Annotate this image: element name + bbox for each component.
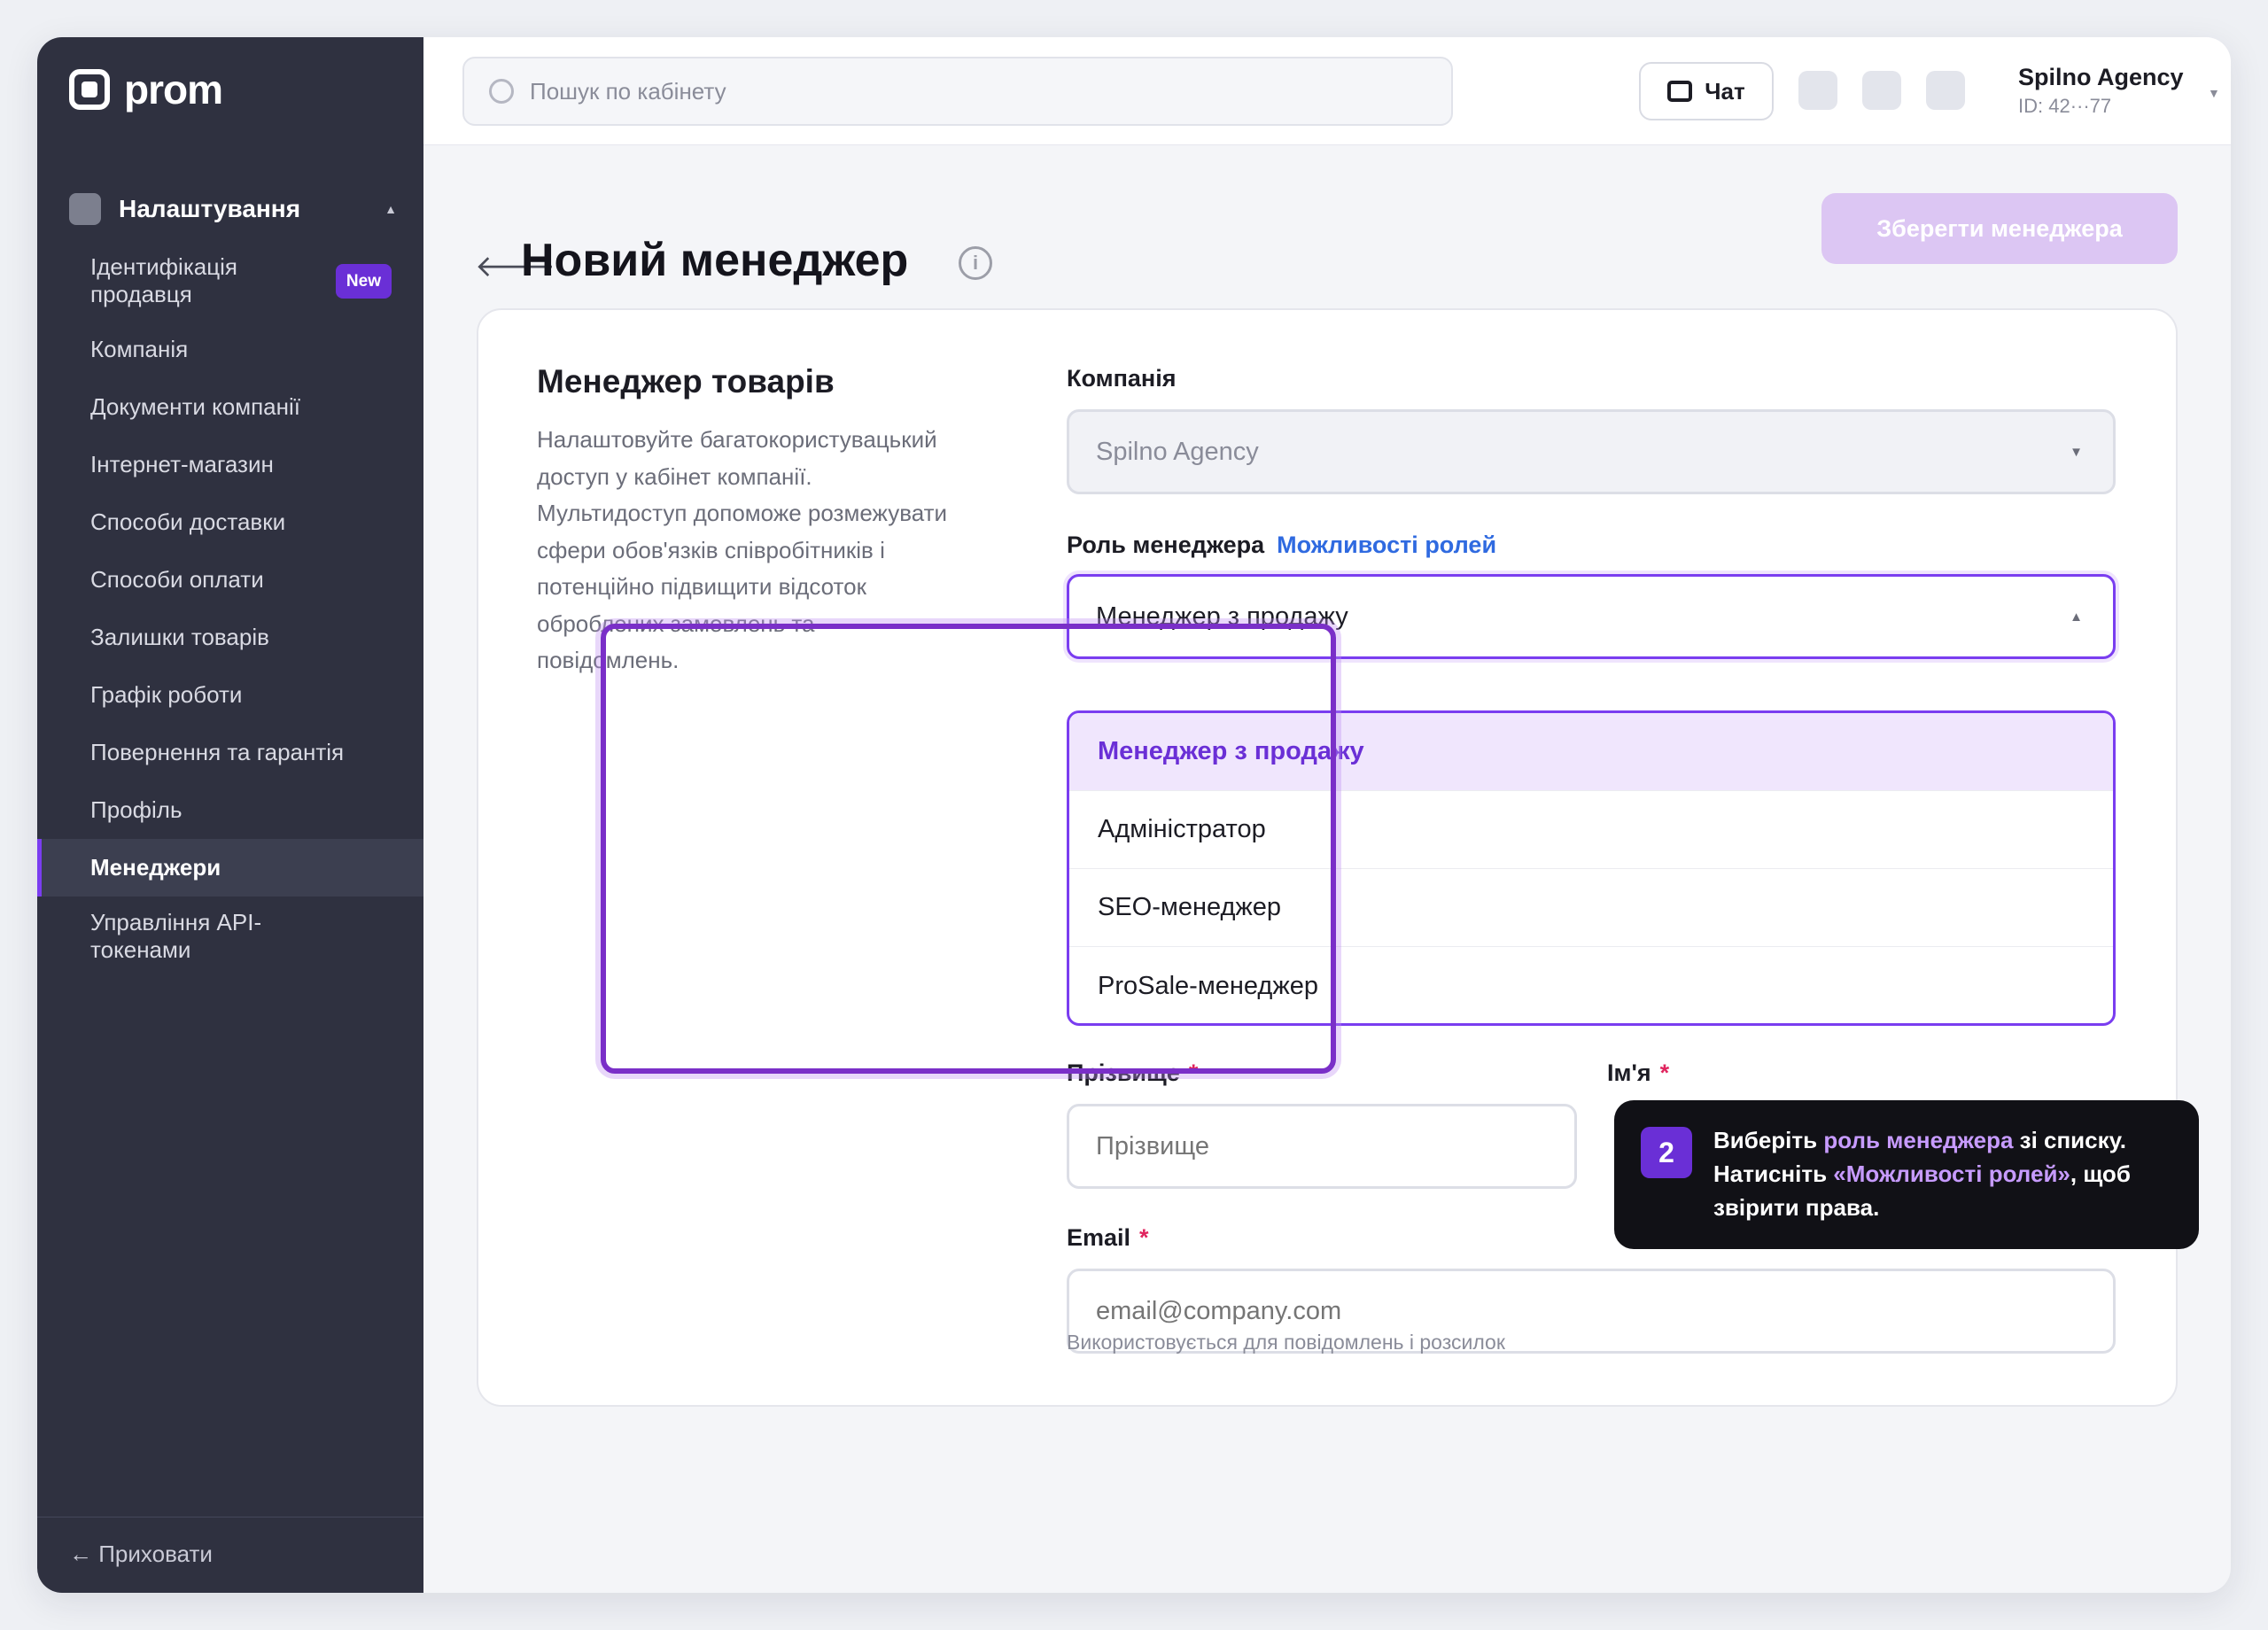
- info-icon[interactable]: i: [959, 246, 992, 280]
- sidebar-item-delivery[interactable]: Способи доставки: [37, 493, 423, 551]
- tooltip-line-1: Виберіть роль менеджера зі списку.: [1713, 1123, 2169, 1157]
- tooltip-text: Виберіть: [1713, 1127, 1824, 1153]
- tooltip-line-3: звірити права.: [1713, 1194, 1880, 1221]
- sidebar-item-label: Способи доставки: [90, 508, 286, 535]
- chat-label: Чат: [1705, 77, 1745, 105]
- email-hint: Використовується для повідомлень і розси…: [1067, 1331, 1505, 1354]
- account-name: Spilno Agency: [2018, 64, 2184, 90]
- sidebar: prom Налаштування ▲ Ідентифікація продав…: [37, 37, 423, 1593]
- required-mark: *: [1659, 1060, 1670, 1086]
- company-value: Spilno Agency: [1096, 437, 1259, 466]
- role-capabilities-link[interactable]: Можливості ролей: [1277, 532, 1496, 558]
- new-badge: New: [335, 263, 392, 299]
- sidebar-item-label: Інтернет-магазин: [90, 451, 274, 477]
- sidebar-item-label: Способи оплати: [90, 566, 264, 593]
- prom-logo-icon: [69, 69, 110, 110]
- logo-text: prom: [124, 66, 223, 113]
- chat-button[interactable]: Чат: [1639, 62, 1774, 120]
- sidebar-item-schedule[interactable]: Графік роботи: [37, 666, 423, 724]
- search-box[interactable]: [462, 57, 1453, 126]
- sidebar-item-profile[interactable]: Профіль: [37, 781, 423, 839]
- sidebar-item-label: Залишки товарів: [90, 624, 269, 650]
- surname-input[interactable]: [1069, 1106, 1574, 1186]
- role-label-row: Роль менеджера Можливості ролей: [1067, 532, 1496, 559]
- tooltip-text: зі списку.: [2013, 1127, 2127, 1153]
- sidebar-item-seller-identification[interactable]: Ідентифікація продавця New: [37, 241, 423, 321]
- settings-icon: [69, 193, 101, 225]
- sidebar-item-label: Управління API-токенами: [90, 909, 262, 963]
- account-menu[interactable]: Spilno Agency ID: 42···77: [2018, 64, 2222, 118]
- account-id: ID: 42···77: [2018, 95, 2112, 117]
- chevron-up-icon: ▲: [384, 202, 397, 216]
- tooltip-step-number: 2: [1641, 1127, 1692, 1178]
- company-label: Компанія: [1067, 365, 1177, 392]
- sidebar-nav: Ідентифікація продавця New Компанія Доку…: [37, 241, 423, 976]
- search-input[interactable]: [530, 77, 1327, 105]
- sidebar-item-label: Документи компанії: [90, 393, 300, 420]
- sidebar-item-label: Ідентифікація продавця: [90, 253, 237, 307]
- sidebar-item-company[interactable]: Компанія: [37, 321, 423, 378]
- app-window: prom Налаштування ▲ Ідентифікація продав…: [37, 37, 2231, 1593]
- sidebar-item-managers[interactable]: Менеджери: [37, 839, 423, 896]
- sidebar-item-label: Менеджери: [90, 854, 221, 881]
- sidebar-item-label: Компанія: [90, 336, 189, 362]
- tooltip-highlight: роль менеджера: [1823, 1127, 2014, 1153]
- search-icon: [489, 79, 514, 104]
- name-label-row: Ім'я *: [1607, 1060, 1669, 1087]
- sidebar-item-label: Профіль: [90, 796, 183, 823]
- chevron-up-icon: ▲: [2070, 609, 2083, 625]
- sidebar-item-payment[interactable]: Способи оплати: [37, 551, 423, 609]
- sidebar-item-online-store[interactable]: Інтернет-магазин: [37, 436, 423, 493]
- notifications-icon[interactable]: [1798, 71, 1837, 110]
- chevron-down-icon[interactable]: ▼: [2208, 86, 2220, 100]
- topbar: Чат Spilno Agency ID: 42···77 ▼: [423, 37, 2231, 145]
- apps-icon[interactable]: [1926, 71, 1965, 110]
- chat-icon: [1667, 81, 1693, 102]
- required-mark: *: [1139, 1224, 1149, 1251]
- logo[interactable]: prom: [69, 66, 223, 113]
- surname-field[interactable]: [1067, 1104, 1577, 1189]
- company-select: Spilno Agency ▼: [1067, 409, 2116, 494]
- sidebar-item-company-documents[interactable]: Документи компанії: [37, 378, 423, 436]
- tooltip-highlight: «Можливості ролей»: [1833, 1160, 2070, 1187]
- role-label: Роль менеджера: [1067, 532, 1265, 558]
- sidebar-item-returns[interactable]: Повернення та гарантія: [37, 724, 423, 781]
- email-label-row: Email *: [1067, 1224, 1149, 1252]
- tooltip-text: Натисніть: [1713, 1160, 1834, 1187]
- chevron-down-icon: ▼: [2070, 444, 2083, 460]
- sidebar-item-api-tokens[interactable]: Управління API-токенами: [37, 896, 423, 976]
- email-label: Email: [1067, 1224, 1131, 1251]
- card-title: Менеджер товарів: [537, 363, 835, 400]
- sidebar-item-label: Графік роботи: [90, 681, 243, 708]
- name-label: Ім'я: [1607, 1060, 1651, 1086]
- help-icon[interactable]: [1862, 71, 1901, 110]
- tutorial-tooltip: 2 Виберіть роль менеджера зі списку. Нат…: [1614, 1100, 2199, 1249]
- hide-sidebar-button[interactable]: ← Приховати: [37, 1517, 423, 1593]
- sidebar-item-stock[interactable]: Залишки товарів: [37, 609, 423, 666]
- tooltip-text: , щоб: [2070, 1160, 2131, 1187]
- tutorial-highlight: [601, 624, 1336, 1074]
- sidebar-section-settings[interactable]: Налаштування ▲: [69, 193, 397, 225]
- sidebar-item-label: Повернення та гарантія: [90, 739, 345, 765]
- sidebar-section-title: Налаштування: [119, 195, 301, 222]
- save-manager-button[interactable]: Зберегти менеджера: [1821, 193, 2178, 264]
- page-title: Новий менеджер: [521, 235, 909, 286]
- tooltip-line-2: Натисніть «Можливості ролей», щоб: [1713, 1157, 2169, 1191]
